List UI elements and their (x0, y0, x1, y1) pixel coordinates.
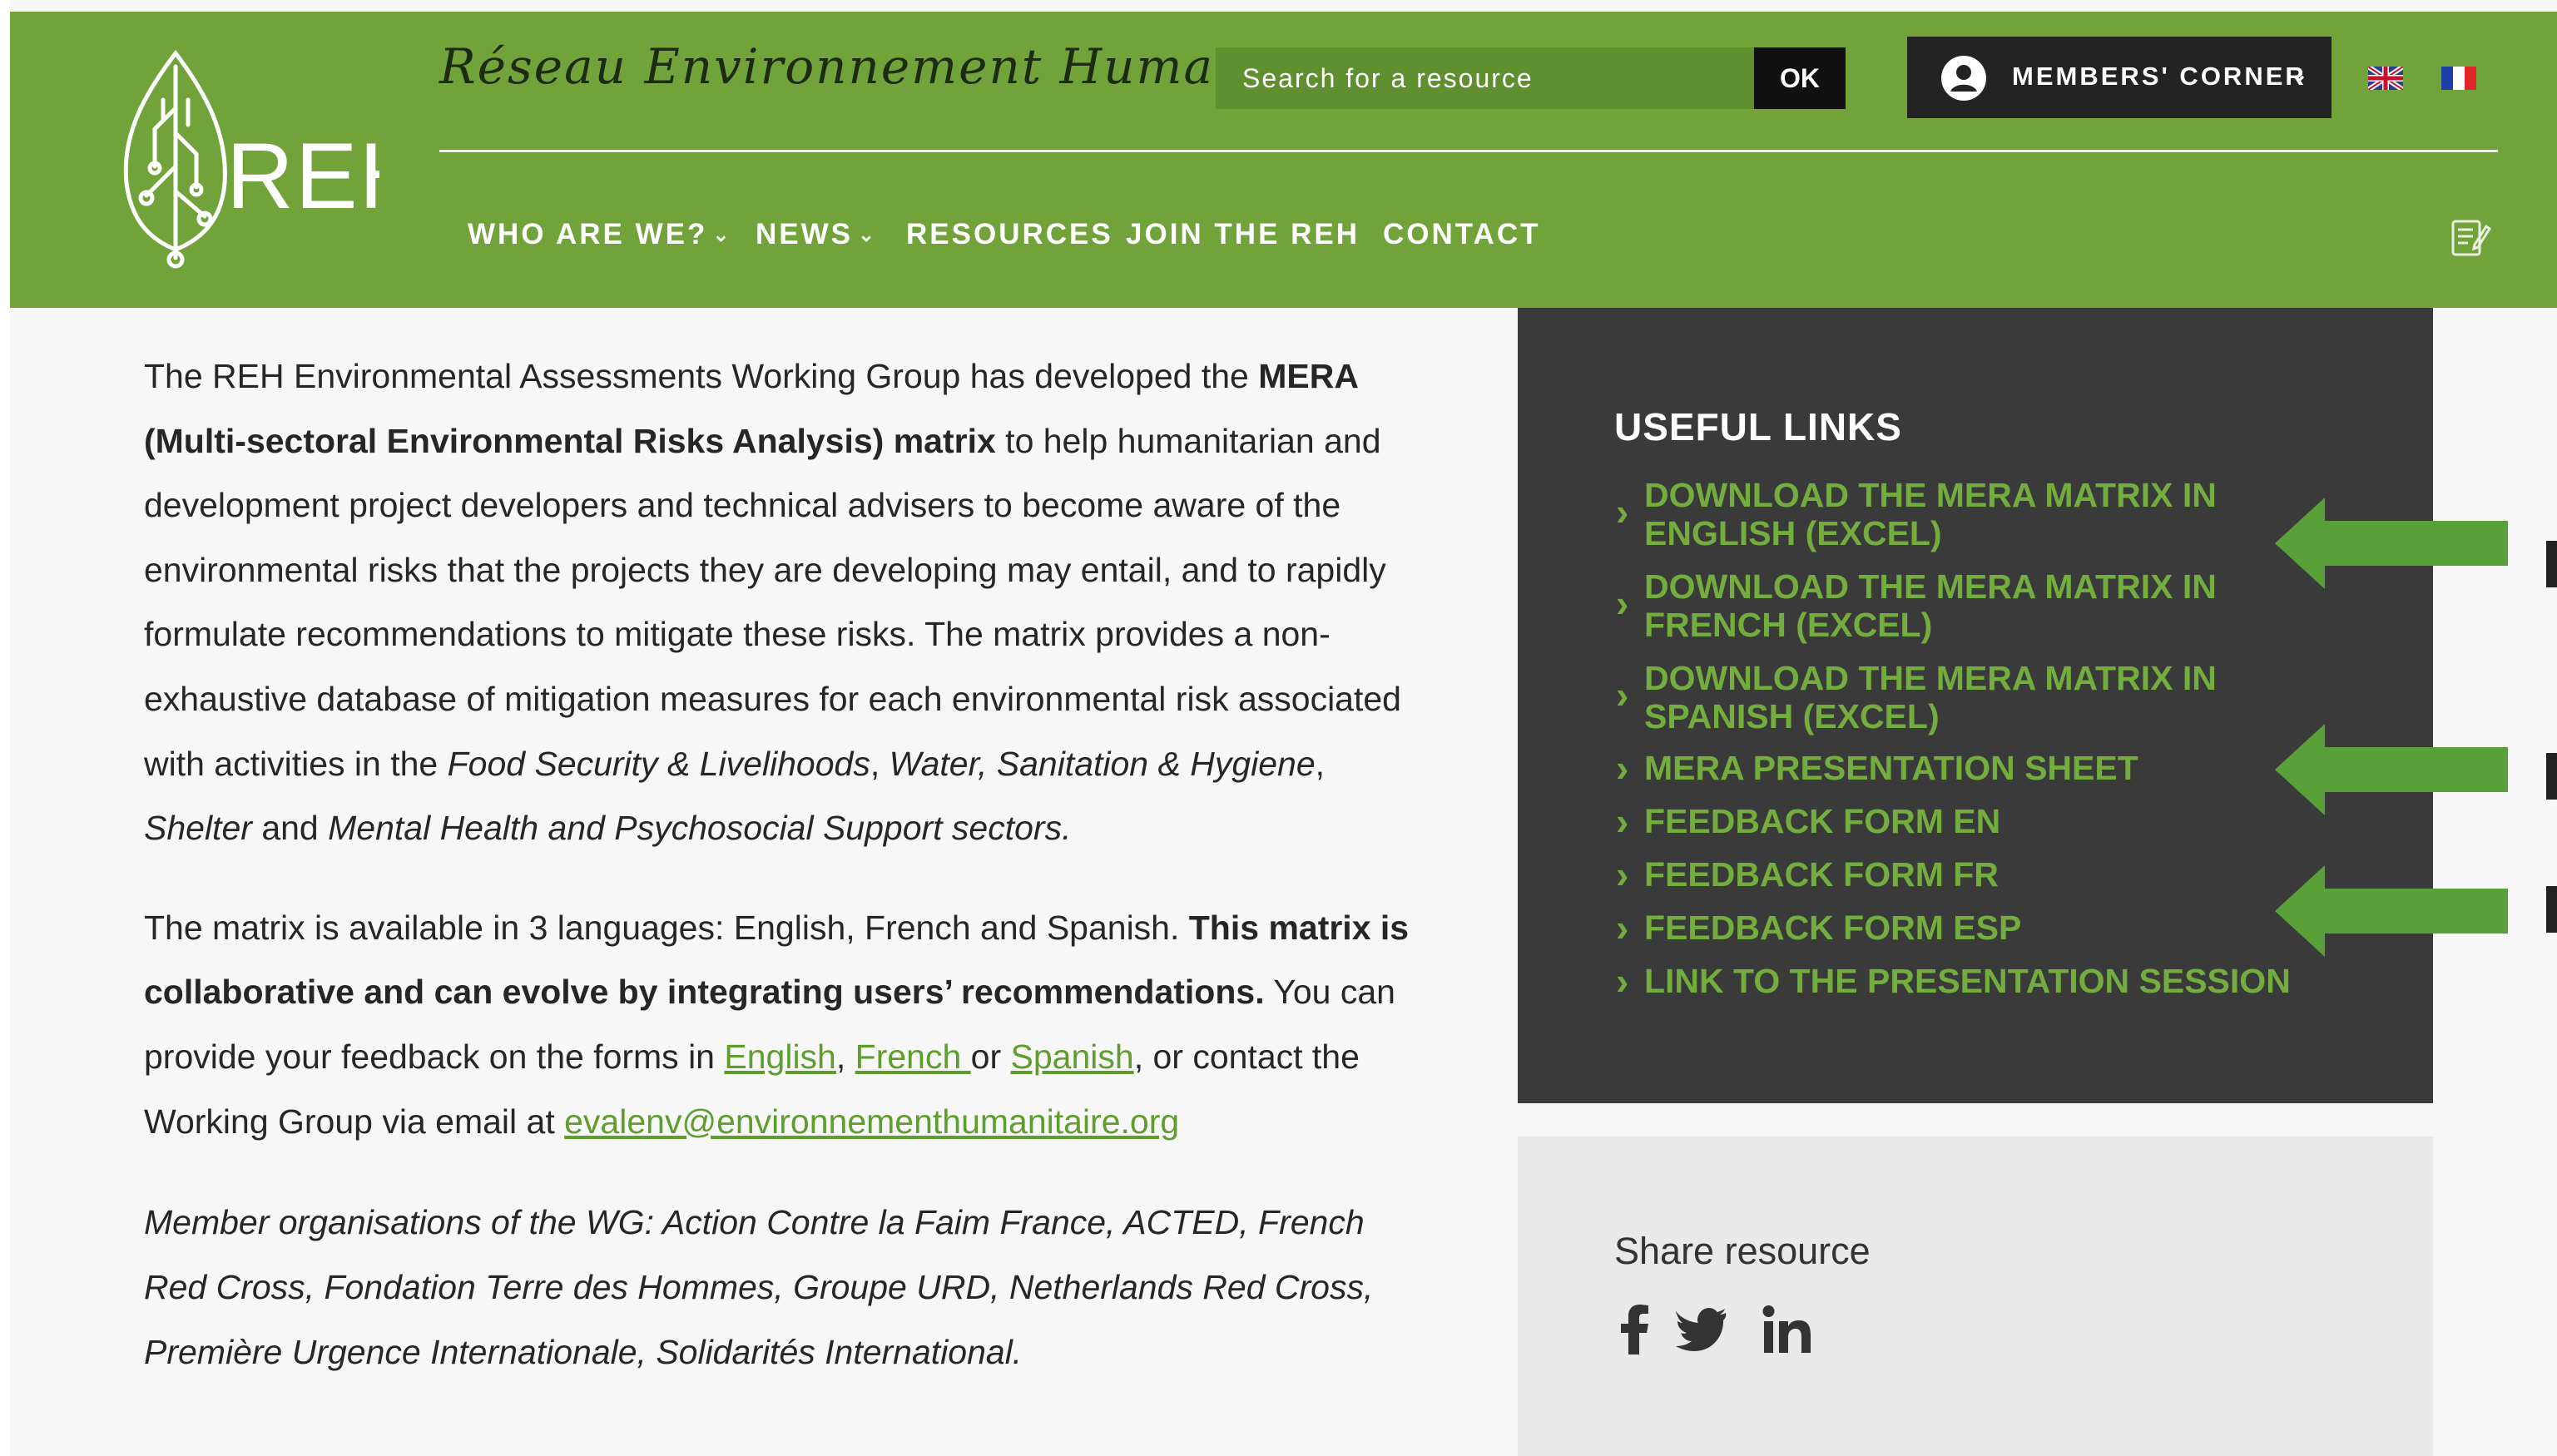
separator: or (970, 1037, 1011, 1076)
separator: , (835, 1037, 855, 1076)
feedback-link-english[interactable]: English (724, 1038, 835, 1076)
link-label: FEEDBACK FORM ESP (1644, 909, 2022, 947)
link-label: FEEDBACK FORM FR (1644, 855, 1999, 894)
link-label: SPANISH (EXCEL) (1644, 697, 1940, 735)
link-label: LINK TO THE PRESENTATION SESSION (1644, 962, 2291, 1000)
link-label: FEEDBACK FORM EN (1644, 802, 2001, 840)
linkedin-icon[interactable] (1762, 1305, 1812, 1359)
sector-name: Food Security & Livelihoods (447, 744, 870, 783)
nav-item-label: WHO ARE WE? (468, 218, 708, 250)
chevron-down-icon: ⌄ (858, 224, 878, 246)
chevron-down-icon: ⌄ (712, 224, 732, 246)
useful-links-title: USEFUL LINKS (1614, 405, 1902, 448)
paragraph-text: The REH Environmental Assessments Workin… (144, 357, 1259, 395)
notepad-icon[interactable] (2450, 215, 2492, 258)
link-label: DOWNLOAD THE MERA MATRIX IN (1644, 567, 2217, 606)
sector-name: Shelter (144, 809, 252, 848)
intro-paragraph: The REH Environmental Assessments Workin… (144, 344, 1425, 861)
green-arrow-icon (2275, 498, 2508, 589)
link-label: DOWNLOAD THE MERA MATRIX IN (1644, 476, 2217, 514)
useful-links-panel: USEFUL LINKS › DOWNLOAD THE MERA MATRIX … (1518, 308, 2433, 1103)
edge-fragment (2546, 753, 2557, 800)
user-circle-icon (1941, 56, 1986, 101)
chevron-right-icon: › (1616, 490, 1629, 533)
facebook-icon[interactable] (1621, 1305, 1649, 1359)
nav-item-who-are-we[interactable]: WHO ARE WE? ⌄ (468, 218, 731, 251)
uk-flag-icon[interactable] (2366, 64, 2405, 92)
twitter-icon[interactable] (1675, 1305, 1727, 1359)
sector-name: Mental Health and Psychosocial Support s… (328, 809, 1072, 848)
feedback-link-spanish[interactable]: Spanish (1011, 1038, 1134, 1076)
languages-paragraph: The matrix is available in 3 languages: … (144, 896, 1425, 1154)
link-label: MERA PRESENTATION SHEET (1644, 749, 2138, 787)
green-arrow-icon (2275, 865, 2508, 957)
fr-flag-icon[interactable] (2441, 67, 2476, 90)
nav-item-news[interactable]: NEWS ⌄ (756, 218, 877, 251)
chevron-right-icon: › (1616, 959, 1629, 1003)
separator: and (251, 809, 329, 848)
search-submit-button[interactable]: OK (1754, 47, 1846, 109)
nav-item-join[interactable]: JOIN THE REH (1126, 218, 1360, 251)
edge-fragment (2546, 886, 2557, 933)
contact-email-link[interactable]: evalenv@environnementhumanitaire.org (564, 1102, 1179, 1141)
main-content: The REH Environmental Assessments Workin… (144, 344, 1425, 1384)
chevron-right-icon: › (1616, 746, 1629, 790)
site-logo[interactable]: REH (97, 42, 426, 275)
chevron-right-icon: › (1616, 853, 1629, 896)
share-resource-panel: Share resource (1518, 1137, 2433, 1456)
chevron-right-icon: › (1616, 582, 1629, 625)
chevron-down-icon: ⌄ (2290, 62, 2311, 87)
chevron-right-icon: › (1616, 800, 1629, 843)
link-label: DOWNLOAD THE MERA MATRIX IN (1644, 659, 2217, 697)
green-arrow-icon (2275, 724, 2508, 815)
paragraph-text: to help humanitarian and development pro… (144, 421, 1401, 783)
share-resource-title: Share resource (1614, 1230, 1871, 1272)
members-corner-button[interactable]: MEMBERS' CORNER ⌄ (1907, 37, 2332, 118)
chevron-right-icon: › (1616, 906, 1629, 949)
feedback-link-french[interactable]: French (855, 1038, 971, 1076)
leaf-logo-icon: REH (123, 49, 426, 269)
header-divider (439, 150, 2498, 152)
separator: , (1315, 744, 1326, 783)
svg-text:REH: REH (226, 124, 379, 228)
edge-fragment (2546, 541, 2557, 587)
separator: , (870, 744, 889, 783)
paragraph-text: The matrix is available in 3 languages: … (144, 908, 1189, 947)
chevron-right-icon: › (1616, 673, 1629, 716)
link-label: ENGLISH (EXCEL) (1644, 514, 1942, 552)
nav-item-resources[interactable]: RESOURCES (906, 218, 1113, 251)
sector-name: Water, Sanitation & Hygiene (889, 744, 1316, 783)
member-organisations-paragraph: Member organisations of the WG: Action C… (144, 1203, 1374, 1372)
nav-item-contact[interactable]: CONTACT (1383, 218, 1541, 251)
members-corner-label: MEMBERS' CORNER (2012, 62, 2307, 91)
nav-item-label: NEWS (756, 218, 853, 250)
site-header: REH Réseau Environnement Humanitaire OK … (10, 12, 2557, 308)
link-label: FRENCH (EXCEL) (1644, 606, 1933, 644)
search-input[interactable] (1216, 47, 1765, 109)
